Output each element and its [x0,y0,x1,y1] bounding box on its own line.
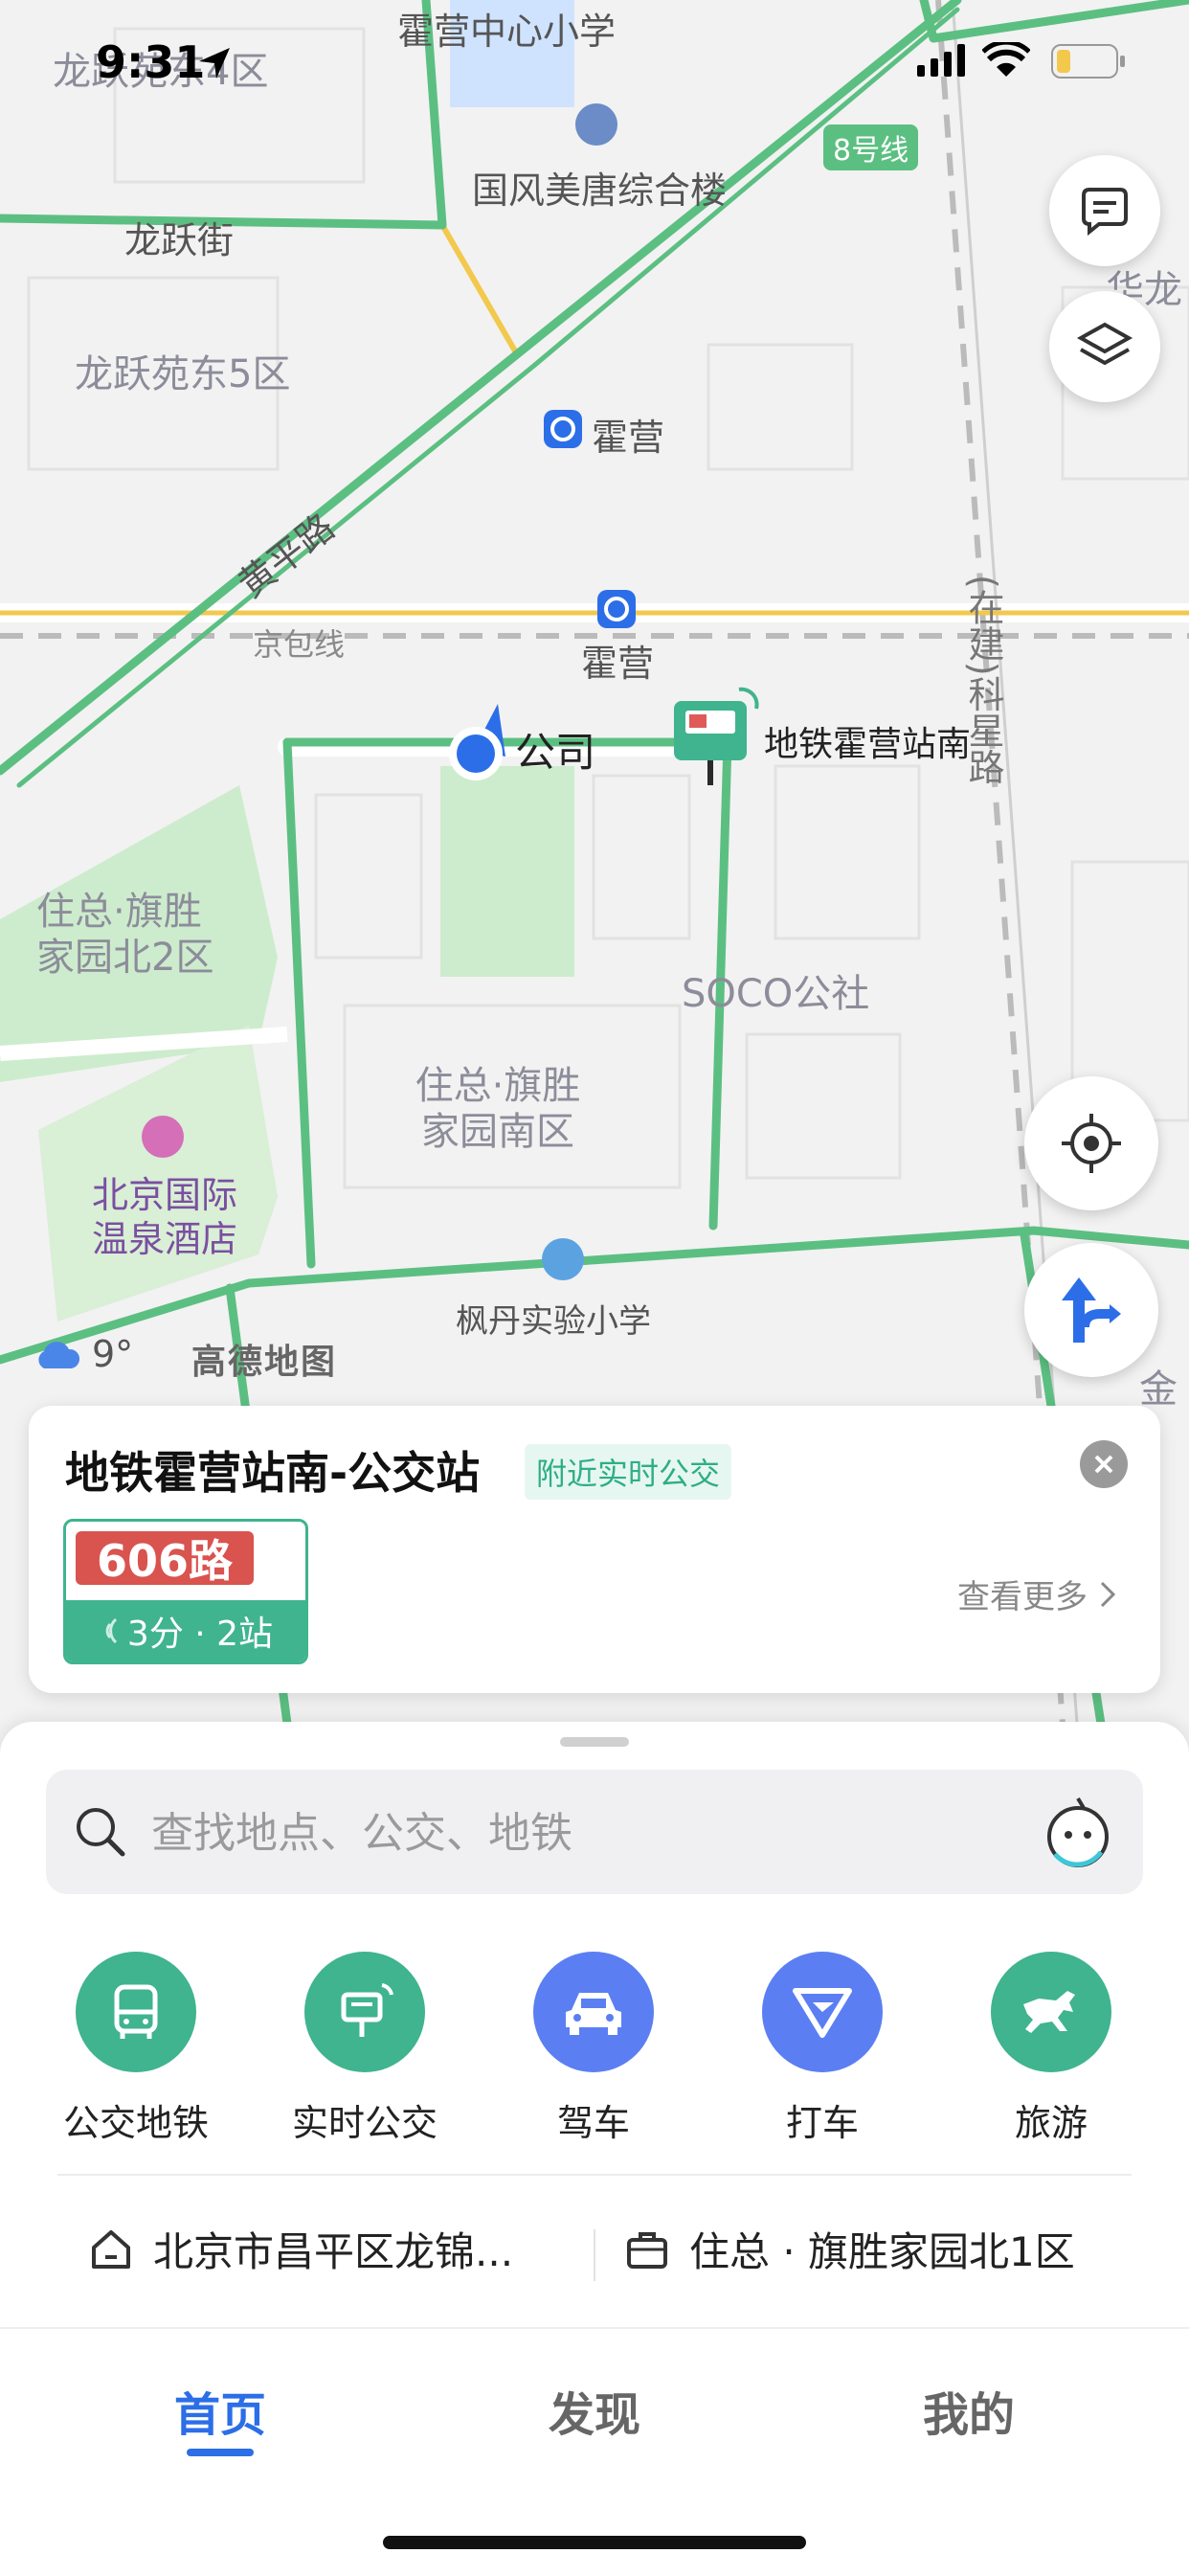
see-more-label: 查看更多 [957,1578,1088,1616]
route-eta: 3分 · 2站 [66,1600,305,1661]
home-indicator[interactable] [383,2536,806,2549]
layers-icon [1076,322,1133,366]
map-label-school[interactable]: 枫丹实验小学 [456,1295,651,1342]
map-label-railway: 京包线 [253,626,346,663]
work-address: 住总 · 旗胜家园北1区 [689,2228,1075,2275]
status-bar: 9:31 [0,0,1189,124]
weather-temperature: 9° [92,1333,134,1375]
location-arrow-icon [199,48,230,79]
shortcut-divider [594,2229,595,2281]
horse-icon [991,1952,1111,2072]
sheet-handle[interactable] [560,1737,629,1747]
park-area [440,766,574,977]
nearby-realtime-tag: 附近实时公交 [525,1444,732,1500]
navigate-button[interactable] [1024,1243,1158,1377]
see-more-link[interactable]: 查看更多 [957,1570,1116,1617]
bus-route-item[interactable]: 606路 3分 · 2站 [63,1519,308,1664]
active-tab-indicator [187,2449,254,2456]
feedback-button[interactable] [1049,155,1160,266]
metro-line-badge[interactable]: 8号线 [823,124,919,170]
bus-stop-card[interactable]: 地铁霍营站南-公交站 附近实时公交 606路 3分 · 2站 查看更多 [29,1406,1160,1693]
map-label-subway-station[interactable]: 霍营 [592,408,664,461]
home-shortcut[interactable]: 北京市昌平区龙锦... [88,2220,513,2278]
status-time: 9:31 [96,36,206,88]
search-bar[interactable] [46,1770,1143,1894]
map-label-area[interactable]: SOCO公社 [682,962,869,1018]
map-label-company[interactable]: 公司 [515,720,595,779]
tab-profile[interactable]: 我的 [923,2377,1015,2444]
car-icon [533,1952,654,2072]
layers-button[interactable] [1049,291,1160,402]
locate-button[interactable] [1024,1076,1158,1210]
message-icon [1082,188,1128,237]
work-shortcut[interactable]: 住总 · 旗胜家园北1区 [624,2220,1075,2278]
quick-action-label: 打车 [785,2102,859,2144]
map-label-area[interactable]: 龙跃苑东5区 [75,343,290,398]
quick-action-taxi[interactable]: 打车 [727,1952,918,2146]
crosshair-icon [1062,1114,1121,1173]
quick-action-drive[interactable]: 驾车 [498,1952,689,2146]
map-label-rail-station[interactable]: 霍营 [581,634,654,687]
quick-action-label: 驾车 [556,2102,630,2144]
wifi-icon [982,42,1030,77]
quick-action-realtime-bus[interactable]: 实时公交 [269,1952,460,2146]
hotel-poi-icon[interactable] [142,1116,184,1158]
home-address: 北京市昌平区龙锦... [153,2228,514,2275]
map-label-area[interactable]: 金 [1139,1358,1178,1413]
home-icon [92,2229,130,2269]
quick-action-label: 实时公交 [291,2102,437,2144]
school-poi-icon[interactable] [542,1238,584,1280]
map-label-bus-stop[interactable]: 地铁霍营站南 [764,716,971,766]
bus-icon [76,1952,196,2072]
tab-home[interactable]: 首页 [174,2377,266,2444]
search-input[interactable] [149,1798,1015,1867]
route-arrow-icon [1062,1277,1121,1343]
subway-station-icon[interactable] [544,410,582,448]
weather-widget[interactable]: 9° [33,1333,133,1375]
close-button[interactable] [1080,1440,1128,1488]
map-label-area[interactable]: 住总·旗胜家园北2区 [36,889,237,981]
map-label-hotel[interactable]: 北京国际温泉酒店 [92,1173,245,1261]
realtime-bus-icon [304,1952,425,2072]
realtime-signal-icon [105,1617,117,1644]
close-icon [1094,1455,1113,1474]
route-eta-text: 3分 · 2站 [126,1615,274,1654]
battery-icon [1051,44,1125,79]
map-label-building[interactable]: 国风美唐综合楼 [472,161,727,214]
map-label-street: 龙跃街 [124,219,235,261]
route-name: 606路 [76,1531,254,1587]
quick-action-bus-subway[interactable]: 公交地铁 [40,1952,232,2146]
chevron-right-icon [1100,1581,1116,1607]
quick-action-travel[interactable]: 旅游 [955,1952,1147,2146]
bus-stop-title: 地铁霍营站南-公交站 [65,1447,481,1499]
divider [57,2174,1132,2176]
assistant-icon[interactable] [1042,1795,1114,1867]
cloud-icon [38,1342,80,1368]
tab-discover[interactable]: 发现 [549,2377,640,2444]
quick-action-label: 公交地铁 [62,2102,209,2144]
briefcase-icon [627,2231,667,2269]
signal-icon [917,44,965,77]
quick-action-label: 旅游 [1014,2102,1088,2144]
rail-station-icon[interactable] [597,590,636,628]
amap-logo: 高德地图 [191,1343,338,1382]
taxi-icon [762,1952,883,2072]
search-icon [77,1808,125,1857]
map-label-area[interactable]: 住总·旗胜家园南区 [407,1063,589,1155]
